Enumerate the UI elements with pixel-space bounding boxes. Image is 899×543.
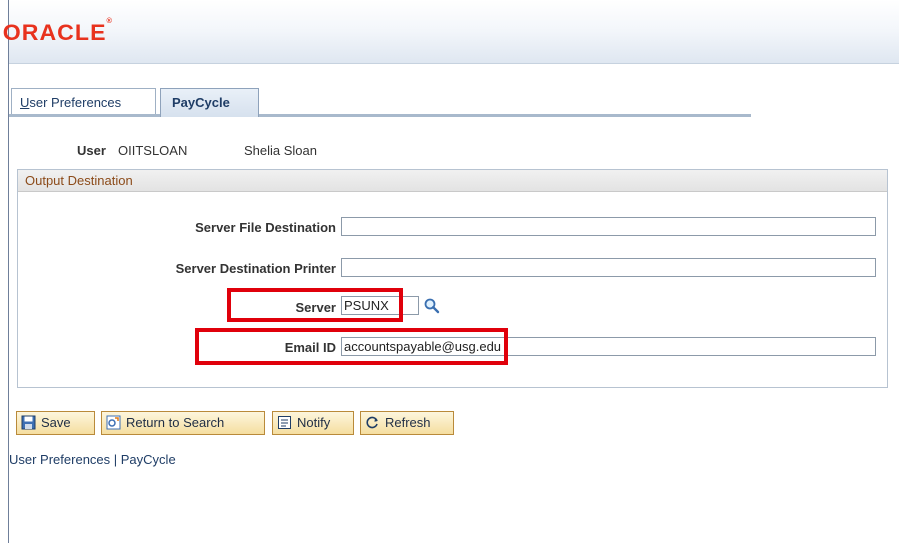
- refresh-icon: [366, 416, 378, 429]
- footer-link-separator: |: [110, 452, 121, 467]
- save-button[interactable]: Save: [16, 411, 95, 435]
- group-title: Output Destination: [18, 170, 887, 192]
- server-file-destination-label: Server File Destination: [195, 220, 336, 235]
- return-to-search-icon: [106, 415, 121, 430]
- header-banner: ORACLE®: [3, 0, 899, 64]
- refresh-label: Refresh: [385, 415, 431, 430]
- save-label: Save: [41, 415, 71, 430]
- footer-links: User Preferences | PayCycle: [9, 452, 176, 467]
- return-to-search-button[interactable]: Return to Search: [101, 411, 265, 435]
- tab-paycycle[interactable]: PayCycle: [160, 88, 259, 117]
- refresh-button[interactable]: Refresh: [360, 411, 454, 435]
- logo-mark: ®: [106, 18, 114, 25]
- server-destination-printer-label: Server Destination Printer: [175, 261, 336, 276]
- lookup-magnifier-icon[interactable]: [423, 297, 441, 315]
- notify-button[interactable]: Notify: [272, 411, 354, 435]
- tab-accesskey-letter: U: [20, 95, 30, 110]
- return-to-search-label: Return to Search: [126, 415, 225, 430]
- notify-label: Notify: [297, 415, 331, 430]
- user-id-value: OIITSLOAN: [118, 143, 188, 158]
- save-disk-icon: [21, 415, 36, 430]
- tab-bar: User Preferences PayCycle: [9, 88, 751, 117]
- tab-user-preferences[interactable]: User Preferences: [11, 88, 156, 114]
- server-highlight-box: [227, 288, 403, 322]
- footer-link-paycycle[interactable]: PayCycle: [121, 452, 176, 467]
- tab-label: PayCycle: [172, 95, 230, 110]
- email-highlight-box: [195, 328, 508, 365]
- notify-icon: [278, 416, 291, 429]
- user-name-value: Shelia Sloan: [244, 143, 317, 158]
- tab-label: ser Preferences: [29, 95, 122, 110]
- logo-text: ORACLE: [2, 20, 107, 45]
- tab-bar-underline: [9, 114, 751, 117]
- server-destination-printer-input[interactable]: [341, 258, 876, 277]
- oracle-logo: ORACLE®: [3, 18, 114, 46]
- user-label: User: [77, 143, 106, 158]
- footer-link-user-preferences[interactable]: User Preferences: [9, 452, 110, 467]
- server-file-destination-input[interactable]: [341, 217, 876, 236]
